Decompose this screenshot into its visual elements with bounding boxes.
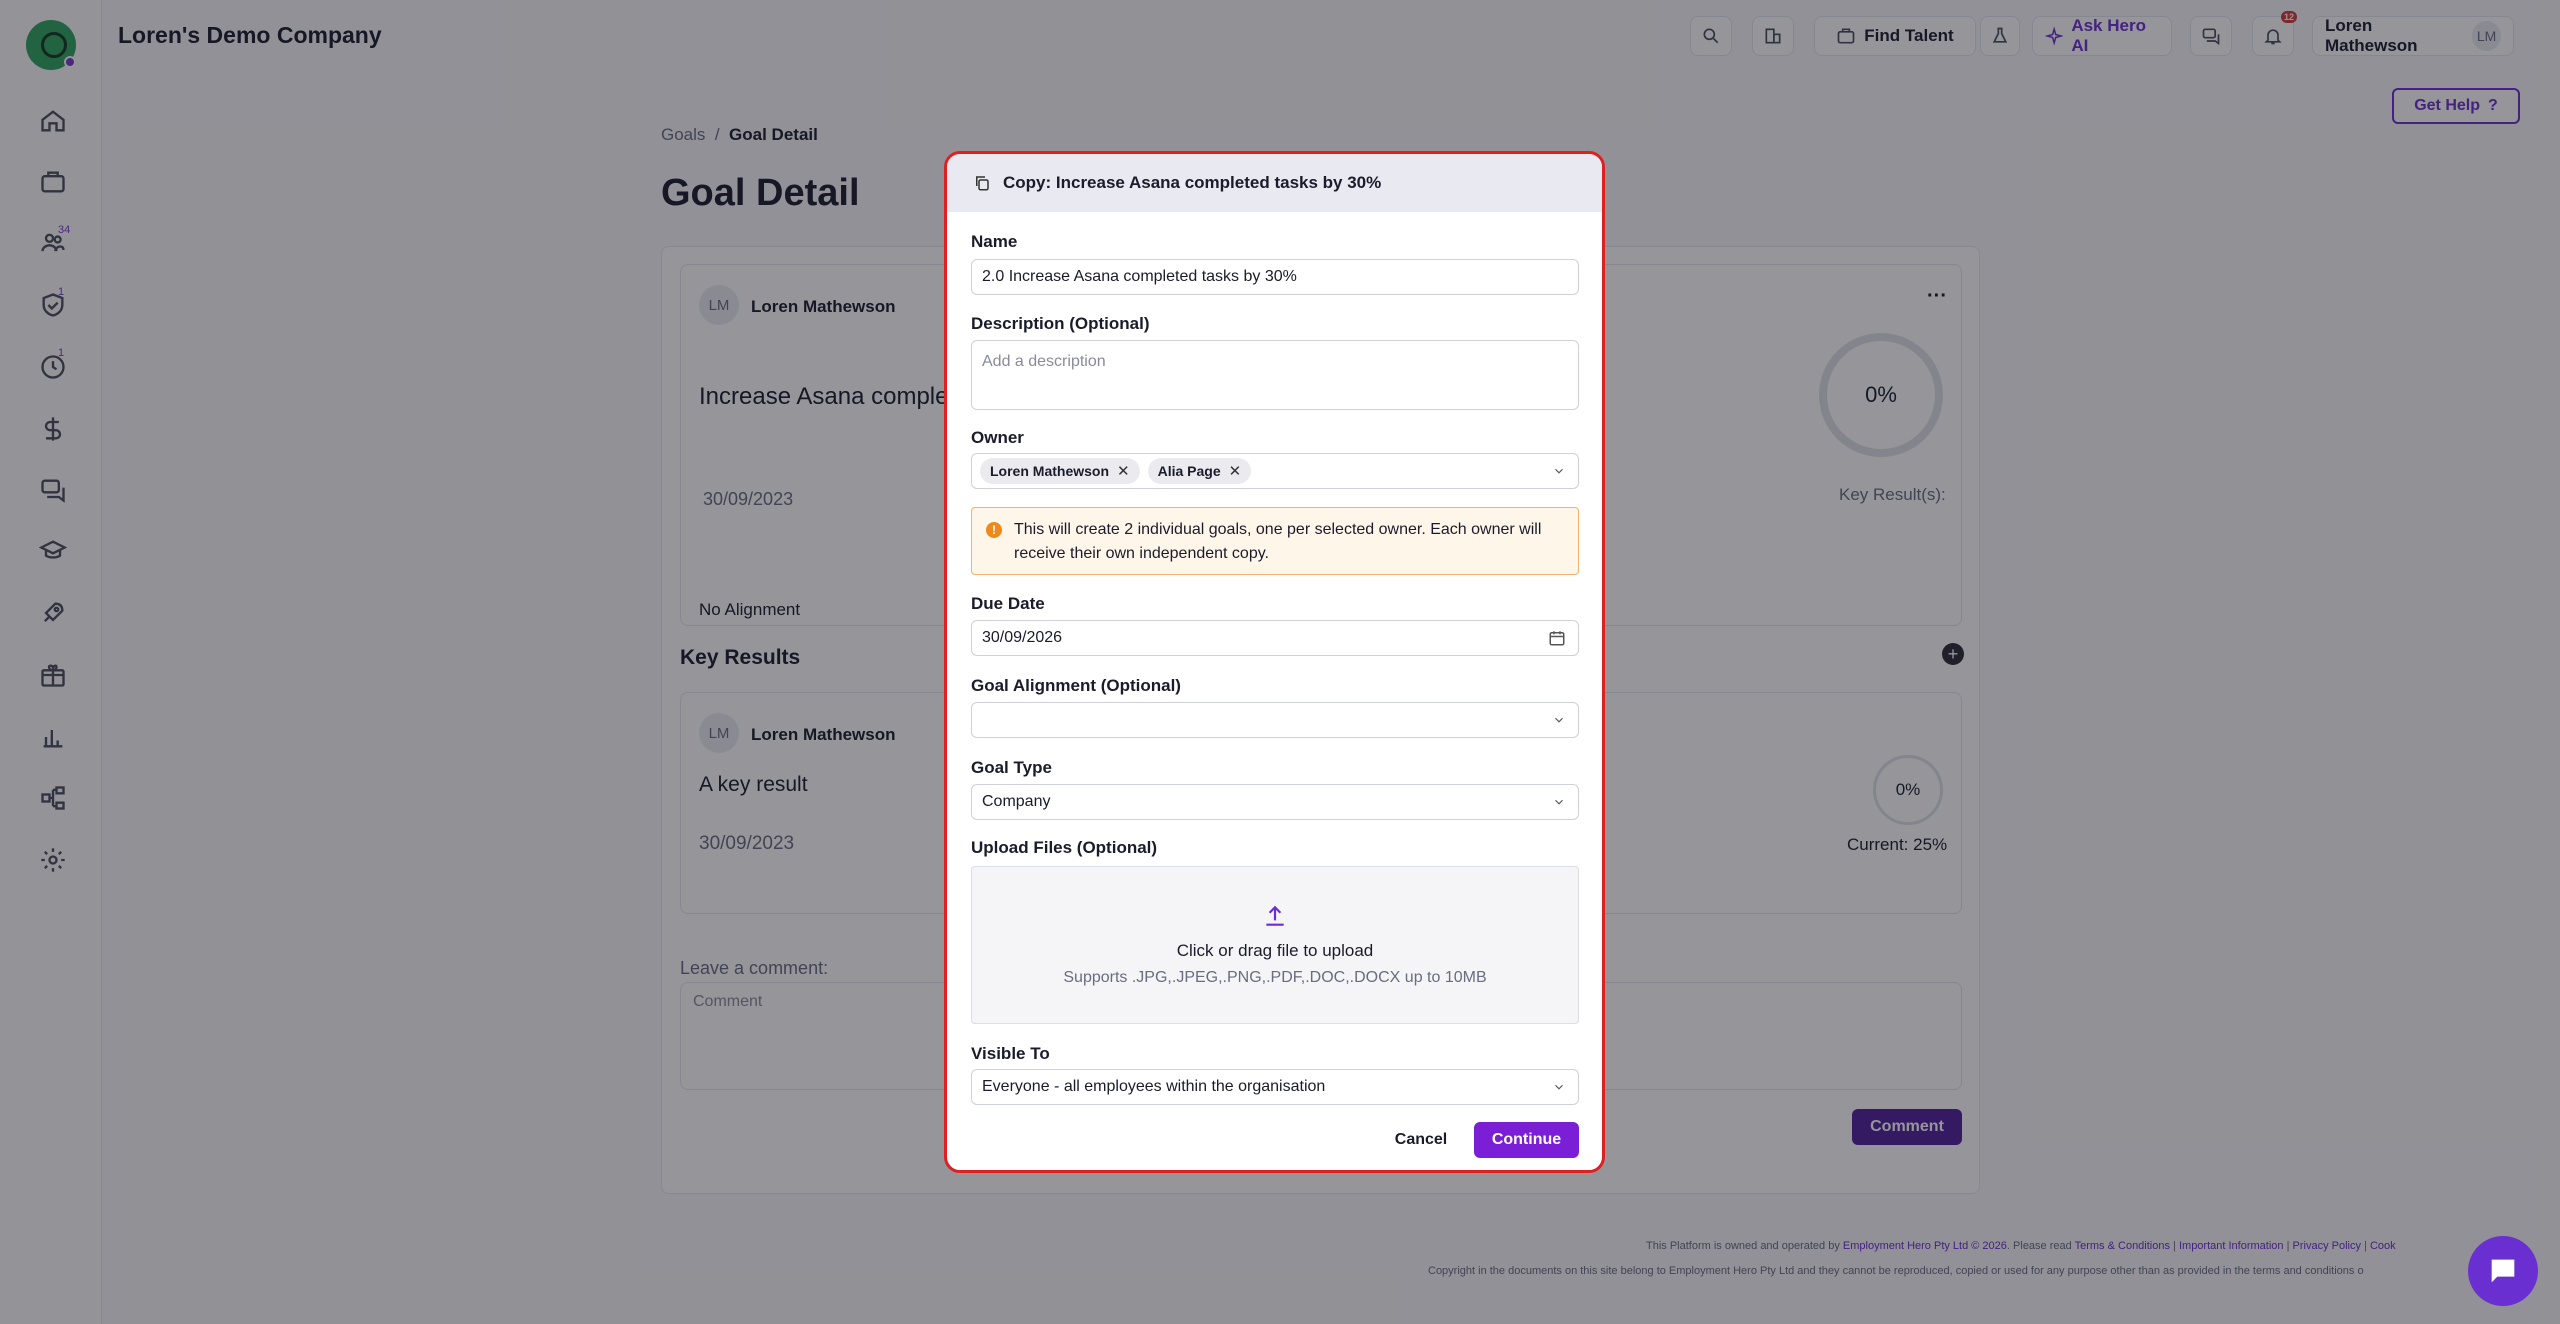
upload-supported-types: Supports .JPG,.JPEG,.PNG,.PDF,.DOC,.DOCX… (1063, 969, 1487, 986)
copy-icon (976, 176, 989, 191)
visible-to-label: Visible To (971, 1044, 1050, 1063)
goal-type-value: Company (982, 793, 1051, 810)
goal-alignment-select[interactable] (971, 702, 1579, 738)
cancel-button[interactable]: Cancel (1377, 1122, 1465, 1158)
owner-tag: Loren Mathewson ✕ (980, 458, 1140, 484)
chat-bubble-icon (2491, 1259, 2515, 1283)
modal-header: Copy: Increase Asana completed tasks by … (947, 154, 1602, 212)
owner-tag-label: Alia Page (1157, 463, 1221, 479)
owner-select[interactable]: Loren Mathewson ✕ Alia Page ✕ (971, 453, 1579, 489)
chevron-down-icon (1552, 1080, 1566, 1094)
goal-alignment-label: Goal Alignment (Optional) (971, 676, 1181, 695)
upload-label: Upload Files (Optional) (971, 838, 1158, 857)
name-label: Name (971, 232, 1018, 251)
warning-icon: ! (986, 522, 1002, 538)
owner-tag: Alia Page ✕ (1147, 458, 1252, 484)
owner-label: Owner (971, 428, 1024, 447)
chevron-down-icon (1552, 464, 1566, 478)
upload-instruction: Click or drag file to upload (1176, 941, 1374, 960)
owner-tag-label: Loren Mathewson (990, 463, 1110, 479)
due-date-input[interactable]: 30/09/2026 (971, 620, 1579, 656)
remove-owner-icon[interactable]: ✕ (1229, 462, 1242, 480)
name-input[interactable]: 2.0 Increase Asana completed tasks by 30… (971, 259, 1579, 295)
goal-type-select[interactable]: Company (971, 784, 1579, 820)
copy-goal-modal: Copy: Increase Asana completed tasks by … (944, 151, 1605, 1173)
description-textarea[interactable]: Add a description (971, 340, 1579, 410)
continue-button[interactable]: Continue (1474, 1122, 1579, 1158)
support-chat-button[interactable] (2468, 1236, 2538, 1306)
upload-icon (1266, 905, 1284, 926)
visible-to-select[interactable]: Everyone - all employees within the orga… (971, 1069, 1579, 1105)
visible-to-value: Everyone - all employees within the orga… (982, 1078, 1326, 1095)
due-date-label: Due Date (971, 594, 1045, 613)
chevron-down-icon (1552, 713, 1566, 727)
warning-text: This will create 2 individual goals, one… (1014, 521, 1542, 562)
goal-type-label: Goal Type (971, 758, 1052, 777)
multi-owner-warning: ! This will create 2 individual goals, o… (971, 507, 1579, 575)
calendar-icon[interactable] (1548, 629, 1566, 647)
description-label: Description (Optional) (971, 314, 1150, 333)
remove-owner-icon[interactable]: ✕ (1117, 462, 1130, 480)
due-date-value: 30/09/2026 (982, 629, 1063, 646)
modal-title: Copy: Increase Asana completed tasks by … (1003, 173, 1382, 192)
file-upload-dropzone[interactable]: Click or drag file to upload Supports .J… (971, 866, 1579, 1024)
chevron-down-icon (1552, 795, 1566, 809)
